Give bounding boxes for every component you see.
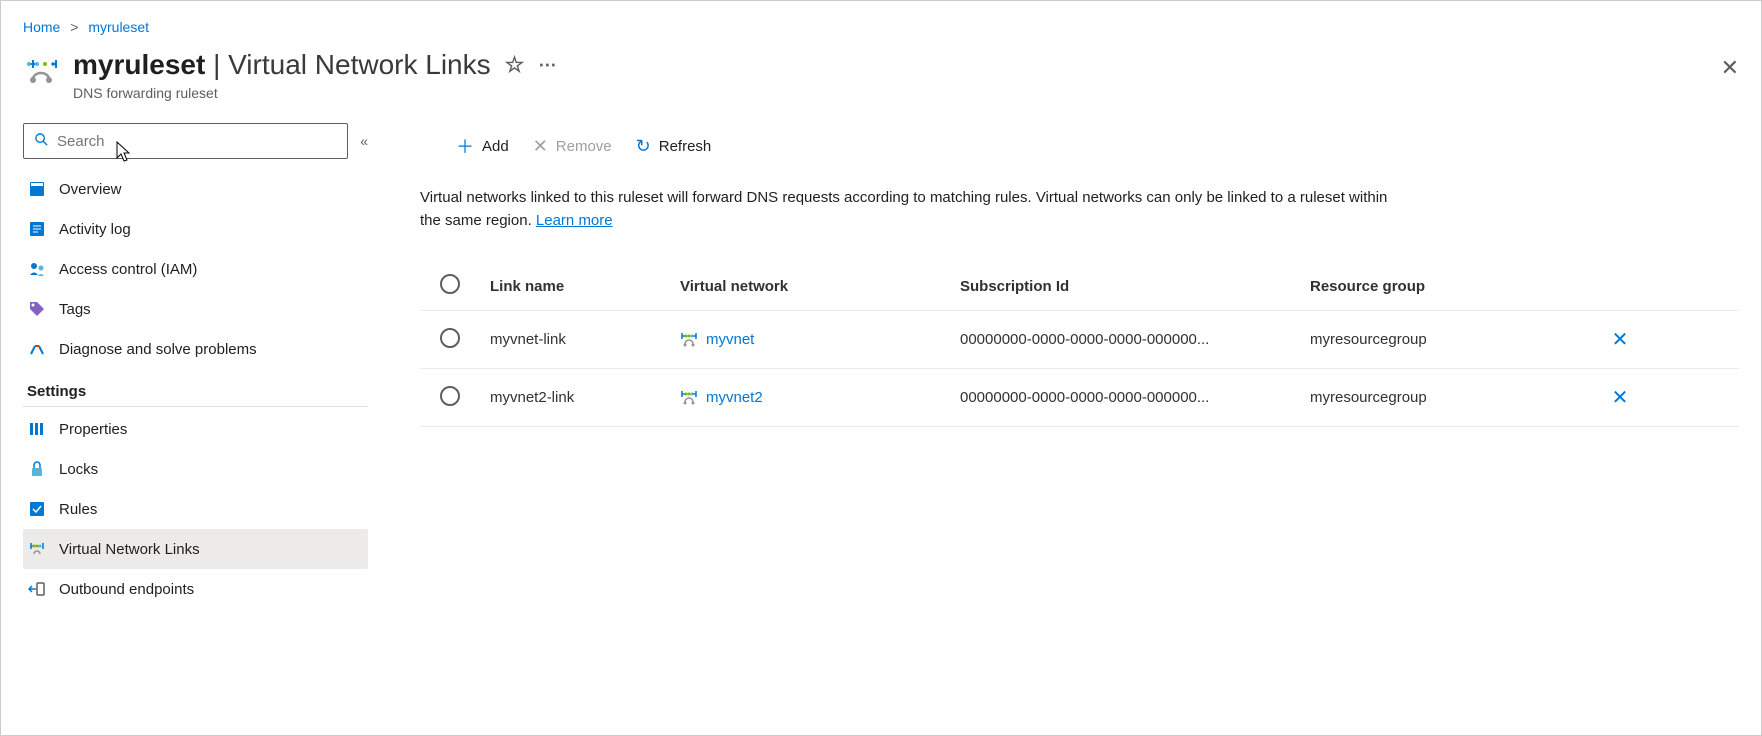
tags-icon bbox=[27, 299, 47, 319]
sidebar-item-locks[interactable]: Locks bbox=[23, 449, 368, 489]
cell-subscription: 00000000-0000-0000-0000-000000... bbox=[960, 331, 1310, 348]
breadcrumb-resource[interactable]: myruleset bbox=[88, 19, 149, 35]
breadcrumb-home[interactable]: Home bbox=[23, 19, 60, 35]
collapse-sidebar-button[interactable]: « bbox=[360, 133, 368, 149]
sidebar-item-diagnose[interactable]: Diagnose and solve problems bbox=[23, 329, 368, 369]
vnet-links-icon bbox=[27, 539, 47, 559]
sidebar-search[interactable] bbox=[23, 123, 348, 159]
sidebar-item-vnet-links[interactable]: Virtual Network Links bbox=[23, 529, 368, 569]
cell-link-name: myvnet-link bbox=[490, 331, 680, 348]
sidebar-item-label: Access control (IAM) bbox=[59, 261, 197, 278]
sidebar-item-properties[interactable]: Properties bbox=[23, 409, 368, 449]
vnet-icon bbox=[680, 331, 698, 349]
sidebar-item-access-control[interactable]: Access control (IAM) bbox=[23, 249, 368, 289]
col-header-vnet[interactable]: Virtual network bbox=[680, 278, 960, 295]
rules-icon bbox=[27, 499, 47, 519]
toolbar-btn-label: Add bbox=[482, 138, 509, 155]
sidebar-item-label: Activity log bbox=[59, 221, 131, 238]
resource-type-subtitle: DNS forwarding ruleset bbox=[73, 85, 1739, 101]
col-header-link[interactable]: Link name bbox=[490, 278, 680, 295]
sidebar-item-outbound-endpoints[interactable]: Outbound endpoints bbox=[23, 569, 368, 609]
plus-icon: ＋ bbox=[456, 133, 474, 159]
vnet-link[interactable]: myvnet2 bbox=[680, 389, 960, 407]
sidebar-section-settings: Settings bbox=[23, 373, 368, 407]
row-select-radio[interactable] bbox=[440, 328, 460, 348]
sidebar-item-overview[interactable]: Overview bbox=[23, 169, 368, 209]
overview-icon bbox=[27, 179, 47, 199]
table-header-row: Link name Virtual network Subscription I… bbox=[420, 262, 1739, 311]
favorite-star-icon[interactable]: ☆ bbox=[505, 52, 525, 78]
refresh-icon: ↻ bbox=[636, 136, 651, 157]
properties-icon bbox=[27, 419, 47, 439]
sidebar-item-label: Overview bbox=[59, 181, 122, 198]
sidebar-item-activity-log[interactable]: Activity log bbox=[23, 209, 368, 249]
delete-row-button[interactable]: ✕ bbox=[1612, 387, 1629, 409]
vnet-links-table: Link name Virtual network Subscription I… bbox=[420, 262, 1739, 427]
more-actions-button[interactable]: ⋯ bbox=[538, 55, 557, 76]
row-select-radio[interactable] bbox=[440, 386, 460, 406]
vnet-name: myvnet2 bbox=[706, 389, 763, 406]
table-row: myvnet-link myvnet 00000000-0000-0000-00… bbox=[420, 311, 1739, 369]
resource-name: myruleset bbox=[73, 49, 205, 80]
main-content: ＋ Add ✕ Remove ↻ Refresh Virtual network… bbox=[368, 123, 1739, 609]
refresh-button[interactable]: ↻ Refresh bbox=[636, 136, 712, 157]
vnet-link[interactable]: myvnet bbox=[680, 331, 960, 349]
breadcrumb-sep: > bbox=[70, 19, 78, 35]
search-icon bbox=[34, 132, 49, 150]
sidebar-item-rules[interactable]: Rules bbox=[23, 489, 368, 529]
add-button[interactable]: ＋ Add bbox=[456, 133, 509, 159]
sidebar-item-label: Rules bbox=[59, 501, 97, 518]
description-text: Virtual networks linked to this ruleset … bbox=[420, 187, 1400, 232]
x-icon: ✕ bbox=[533, 136, 548, 157]
toolbar-btn-label: Remove bbox=[556, 138, 612, 155]
select-all-radio[interactable] bbox=[440, 274, 460, 294]
sidebar-item-label: Virtual Network Links bbox=[59, 541, 200, 558]
sidebar-item-label: Diagnose and solve problems bbox=[59, 341, 257, 358]
cell-resource-group: myresourcegroup bbox=[1310, 389, 1590, 406]
vnet-icon bbox=[680, 389, 698, 407]
sidebar-item-label: Tags bbox=[59, 301, 91, 318]
delete-row-button[interactable]: ✕ bbox=[1612, 329, 1629, 351]
cell-resource-group: myresourcegroup bbox=[1310, 331, 1590, 348]
diagnose-icon bbox=[27, 339, 47, 359]
sidebar: « Overview Activity log Access control (… bbox=[23, 123, 368, 609]
locks-icon bbox=[27, 459, 47, 479]
learn-more-link[interactable]: Learn more bbox=[536, 212, 613, 229]
blade-title: Virtual Network Links bbox=[228, 49, 490, 80]
iam-icon bbox=[27, 259, 47, 279]
page-title: myruleset | Virtual Network Links ☆ ⋯ bbox=[73, 49, 1739, 81]
page-header: myruleset | Virtual Network Links ☆ ⋯ DN… bbox=[23, 49, 1739, 101]
sidebar-item-label: Outbound endpoints bbox=[59, 581, 194, 598]
cell-link-name: myvnet2-link bbox=[490, 389, 680, 406]
cell-subscription: 00000000-0000-0000-0000-000000... bbox=[960, 389, 1310, 406]
sidebar-item-tags[interactable]: Tags bbox=[23, 289, 368, 329]
search-input[interactable] bbox=[57, 133, 337, 150]
toolbar: ＋ Add ✕ Remove ↻ Refresh bbox=[420, 133, 1739, 159]
col-header-sub[interactable]: Subscription Id bbox=[960, 278, 1310, 295]
table-row: myvnet2-link myvnet2 00000000-0000-0000-… bbox=[420, 369, 1739, 427]
close-button[interactable]: ✕ bbox=[1721, 55, 1739, 81]
sidebar-item-label: Locks bbox=[59, 461, 98, 478]
remove-button: ✕ Remove bbox=[533, 136, 612, 157]
sidebar-item-label: Properties bbox=[59, 421, 127, 438]
resource-icon bbox=[23, 49, 59, 94]
vnet-name: myvnet bbox=[706, 331, 754, 348]
toolbar-btn-label: Refresh bbox=[659, 138, 712, 155]
breadcrumb: Home > myruleset bbox=[23, 19, 1739, 35]
col-header-rg[interactable]: Resource group bbox=[1310, 278, 1590, 295]
outbound-icon bbox=[27, 579, 47, 599]
activity-log-icon bbox=[27, 219, 47, 239]
